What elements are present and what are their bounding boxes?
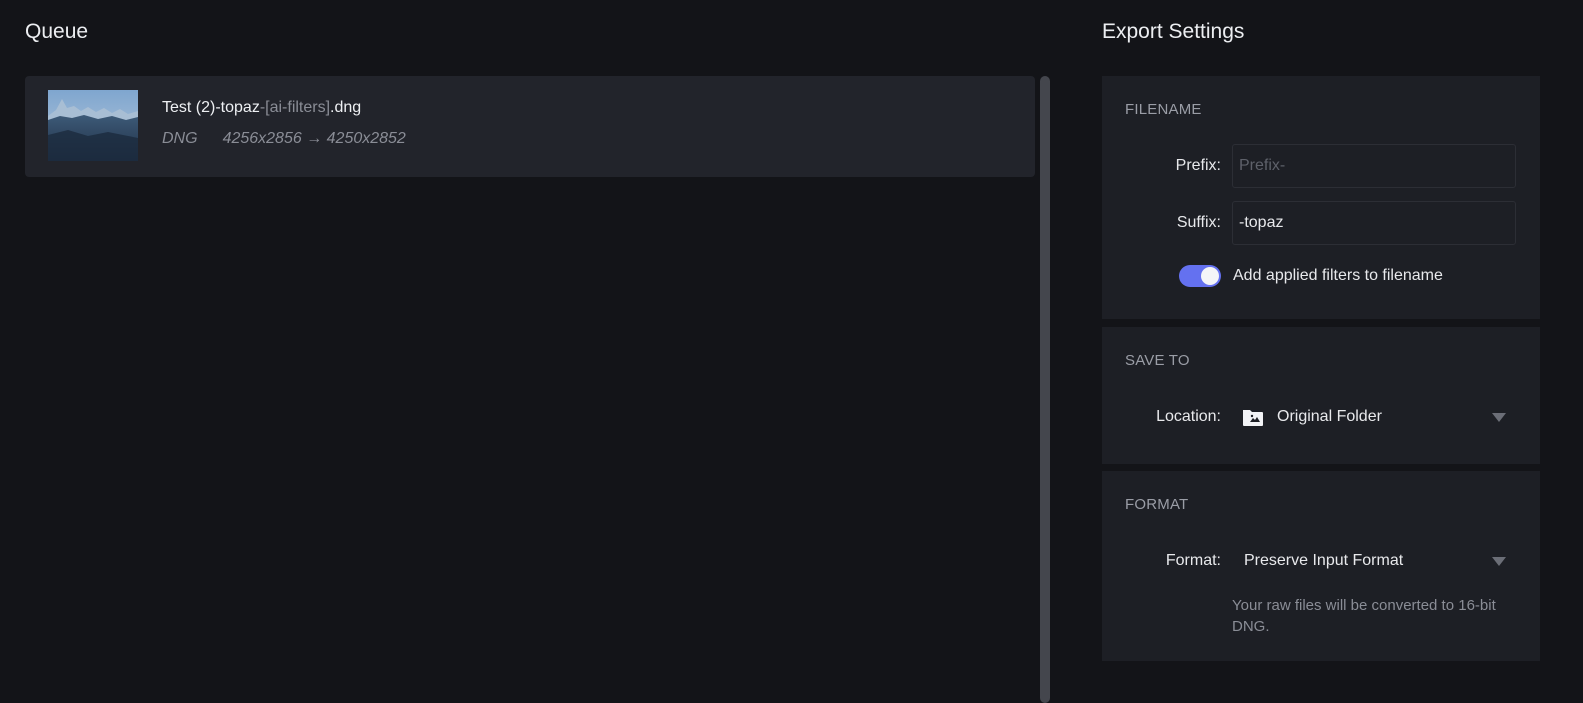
chevron-down-icon: [1492, 557, 1506, 566]
filename-section-title: FILENAME: [1125, 101, 1202, 118]
filename-filters: -[ai-filters]: [259, 99, 331, 116]
location-label: Location:: [1156, 408, 1221, 425]
format-value: Preserve Input Format: [1244, 552, 1404, 569]
format-helper-text: Your raw files will be converted to 16-b…: [1232, 597, 1496, 635]
save-to-section-title: SAVE TO: [1125, 352, 1190, 369]
folder-image-icon: [1243, 410, 1263, 426]
location-value: Original Folder: [1277, 408, 1382, 425]
queue-item-filename: Test (2)-topaz-[ai-filters].dng: [162, 99, 361, 117]
prefix-input[interactable]: [1232, 144, 1516, 188]
queue-item-format: DNG: [162, 130, 198, 147]
filename-extension: .dng: [330, 99, 362, 116]
queue-title: Queue: [25, 20, 89, 43]
image-thumbnail: [48, 90, 138, 161]
format-panel: FORMAT Format: Preserve Input Format You…: [1102, 471, 1540, 661]
format-dropdown[interactable]: Preserve Input Format: [1232, 543, 1516, 579]
filters-in-filename-toggle[interactable]: [1179, 265, 1221, 287]
filename-panel: FILENAME Prefix: Suffix: Add applied fil…: [1102, 76, 1540, 319]
filters-in-filename-label: Add applied filters to filename: [1233, 267, 1443, 284]
queue-item[interactable]: Test (2)-topaz-[ai-filters].dng DNG 4256x…: [25, 76, 1035, 177]
chevron-down-icon: [1492, 413, 1506, 422]
queue-item-resolution: 4256x2856 → 4250x2852: [222, 130, 406, 147]
toggle-knob: [1201, 267, 1219, 285]
format-section-title: FORMAT: [1125, 496, 1189, 513]
suffix-input[interactable]: [1232, 201, 1516, 245]
location-dropdown[interactable]: Original Folder: [1232, 399, 1516, 435]
queue-scrollbar[interactable]: [1040, 76, 1050, 703]
suffix-label: Suffix:: [1176, 214, 1221, 231]
prefix-label: Prefix:: [1175, 157, 1221, 174]
export-settings-title: Export Settings: [1102, 20, 1245, 43]
queue-item-meta: DNG 4256x2856 → 4250x2852: [162, 130, 406, 148]
filename-base: Test (2)-topaz: [162, 99, 260, 116]
save-to-panel: SAVE TO Location: Original Folder: [1102, 327, 1540, 464]
format-label: Format:: [1165, 552, 1221, 569]
